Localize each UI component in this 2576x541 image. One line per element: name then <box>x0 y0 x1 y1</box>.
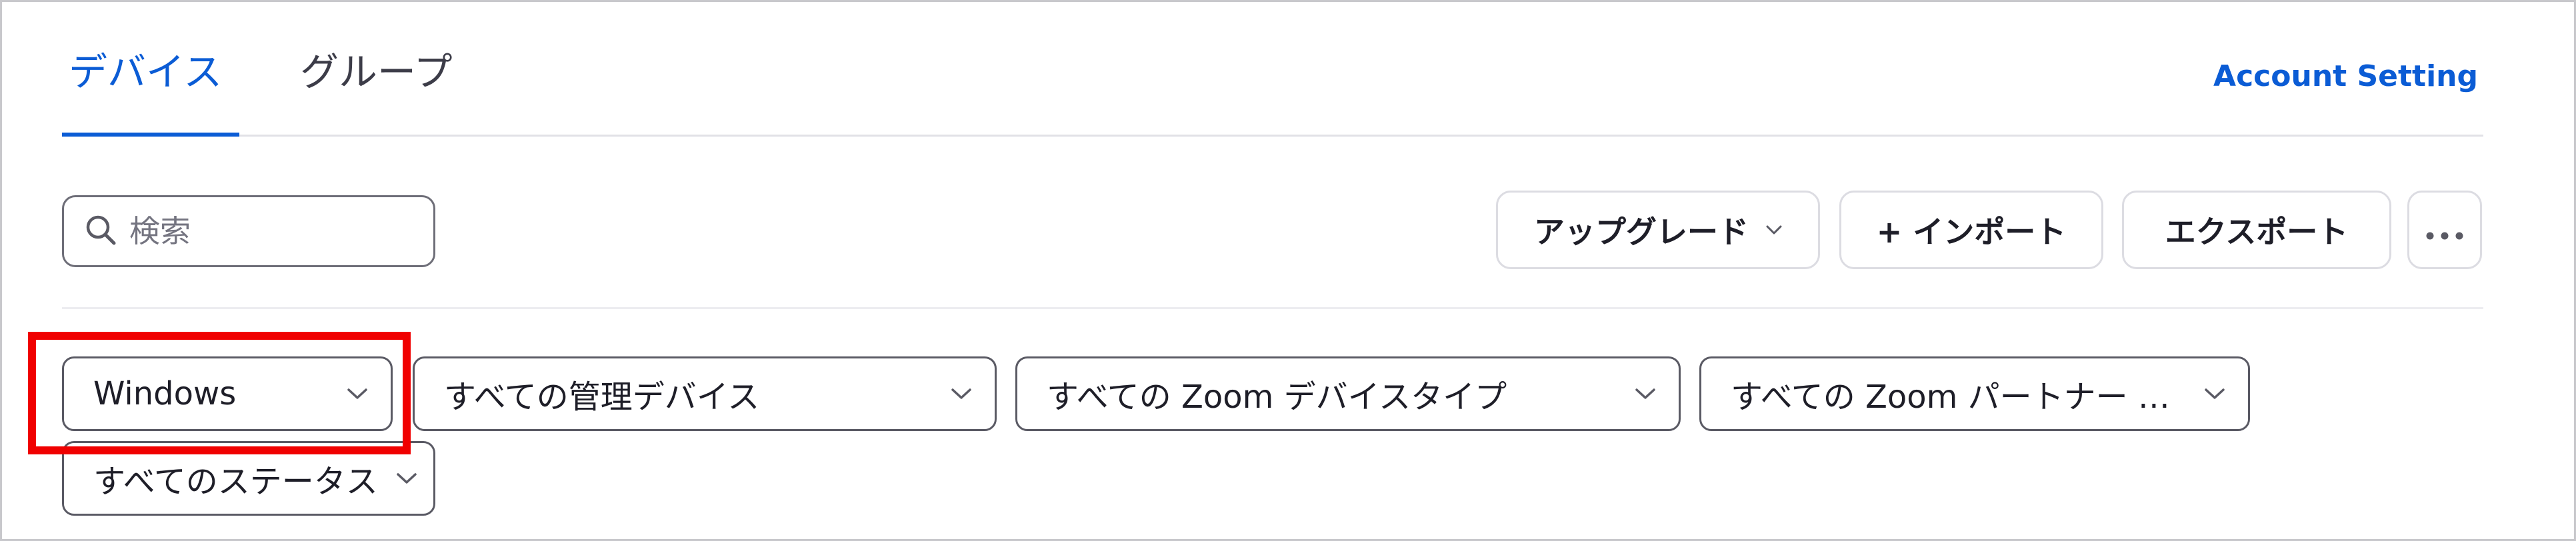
chevron-down-icon <box>347 388 368 400</box>
chevron-down-icon <box>1635 388 1656 400</box>
chevron-down-icon <box>1766 225 1782 235</box>
more-options-button[interactable] <box>2407 191 2482 269</box>
device-management-panel: デバイス グループ Account Setting アップグレード + インポー… <box>0 0 2576 541</box>
more-horizontal-icon <box>2425 212 2465 248</box>
chevron-down-icon <box>2204 388 2225 400</box>
upgrade-dropdown-button[interactable]: アップグレード <box>1496 191 1820 269</box>
active-tab-indicator <box>62 133 239 137</box>
search-input[interactable] <box>129 208 423 255</box>
status-filter-dropdown[interactable]: すべてのステータス <box>62 441 435 516</box>
tab-groups[interactable]: グループ <box>300 49 453 95</box>
partner-filter-dropdown[interactable]: すべての Zoom パートナー … <box>1699 356 2250 431</box>
upgrade-button-label: アップグレード <box>1534 214 1749 250</box>
device-type-filter-dropdown[interactable]: すべての Zoom デバイスタイプ <box>1015 356 1681 431</box>
chevron-down-icon <box>951 388 972 400</box>
search-icon <box>84 213 117 249</box>
os-filter-value: Windows <box>93 375 237 412</box>
search-box[interactable] <box>62 195 435 267</box>
tab-devices[interactable]: デバイス <box>69 49 222 95</box>
device-type-filter-value: すべての Zoom デバイスタイプ <box>1047 378 1507 416</box>
chevron-down-icon <box>396 472 417 484</box>
tabs-divider <box>62 135 2483 137</box>
import-button[interactable]: + インポート <box>1839 191 2103 269</box>
toolbar-divider <box>62 307 2483 309</box>
account-setting-link[interactable]: Account Setting <box>2213 58 2478 95</box>
managed-device-filter-dropdown[interactable]: すべての管理デバイス <box>413 356 997 431</box>
status-filter-value: すべてのステータス <box>93 463 378 500</box>
partner-filter-value: すべての Zoom パートナー … <box>1731 378 2170 416</box>
export-button[interactable]: エクスポート <box>2122 191 2391 269</box>
managed-filter-value: すべての管理デバイス <box>444 378 760 416</box>
os-filter-dropdown[interactable]: Windows <box>62 356 393 431</box>
